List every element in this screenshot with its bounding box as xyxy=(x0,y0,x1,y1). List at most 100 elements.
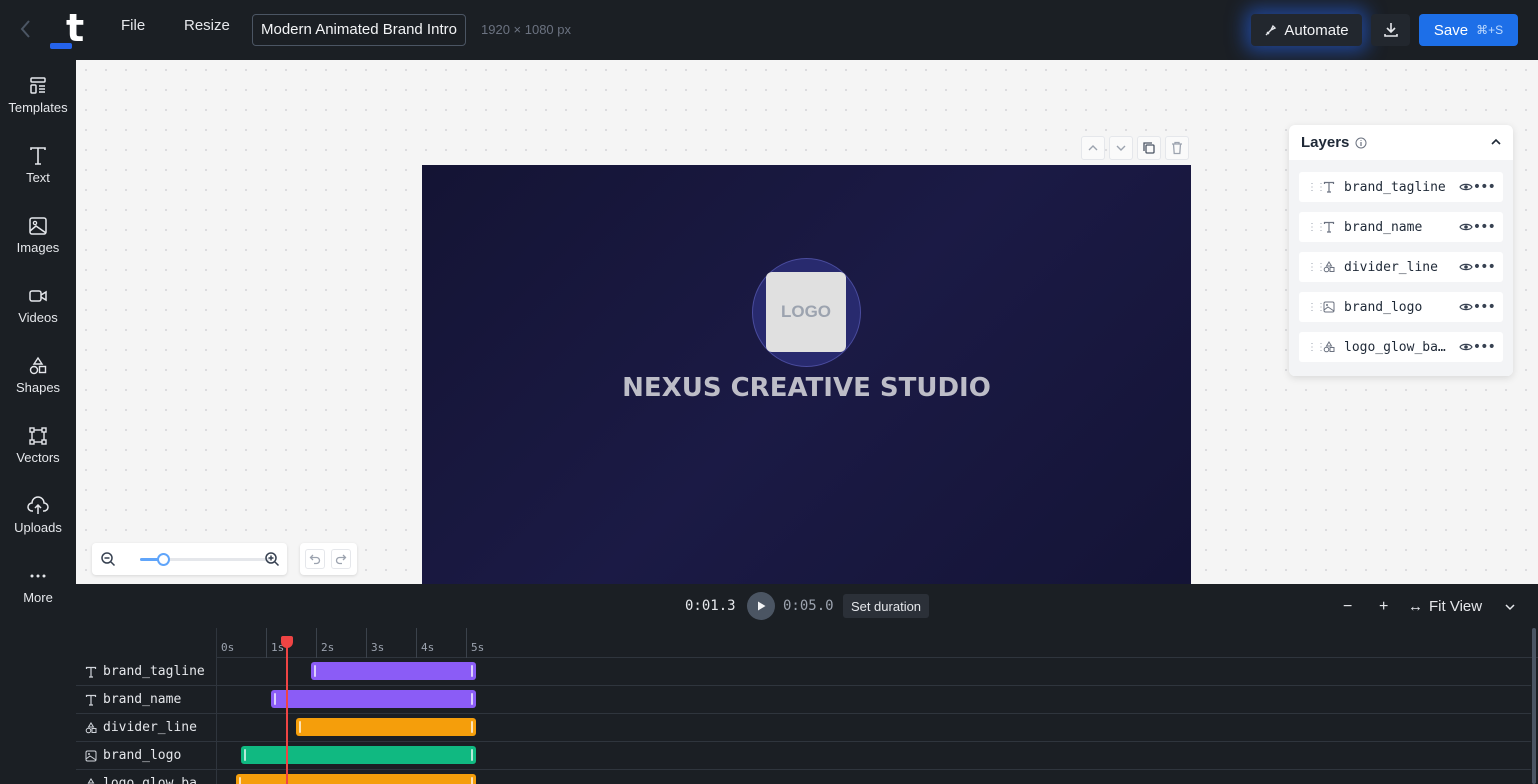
track-name: logo_glow_ba xyxy=(103,776,197,784)
artboard[interactable]: LOGO NEXUS CREATIVE STUDIO xyxy=(422,165,1191,584)
layer-item[interactable]: ⋮⋮ brand_tagline ••• xyxy=(1299,172,1503,202)
more-options-icon[interactable]: ••• xyxy=(1473,259,1496,275)
sidebar-label-more: More xyxy=(23,590,53,605)
sidebar-label-images: Images xyxy=(16,240,60,255)
sidebar-label-videos: Videos xyxy=(18,310,58,325)
zoom-in-icon[interactable] xyxy=(264,551,280,567)
brand-logo-placeholder[interactable]: LOGO xyxy=(766,272,846,352)
sidebar-label-templates: Templates xyxy=(8,100,68,115)
move-down-icon[interactable] xyxy=(1109,136,1133,160)
drag-handle-icon[interactable]: ⋮⋮ xyxy=(1307,302,1326,313)
sidebar-item-more[interactable]: More xyxy=(0,566,76,626)
clip-start-handle[interactable] xyxy=(244,749,246,761)
delete-icon[interactable] xyxy=(1165,136,1189,160)
visibility-eye-icon[interactable] xyxy=(1459,260,1473,274)
visibility-eye-icon[interactable] xyxy=(1459,340,1473,354)
layer-item[interactable]: ⋮⋮ logo_glow_ba… ••• xyxy=(1299,332,1503,362)
save-button[interactable]: Save ⌘+S xyxy=(1419,14,1518,46)
move-up-icon[interactable] xyxy=(1081,136,1105,160)
zoom-slider[interactable] xyxy=(140,553,270,566)
more-options-icon[interactable]: ••• xyxy=(1473,339,1496,355)
video-icon xyxy=(29,290,47,302)
clip-end-handle[interactable] xyxy=(471,693,473,705)
playhead-handle[interactable] xyxy=(281,636,293,648)
track-row xyxy=(216,770,1531,784)
download-button[interactable] xyxy=(1371,14,1410,46)
zoom-out-icon[interactable] xyxy=(100,551,116,567)
project-title-input[interactable]: Modern Animated Brand Intro xyxy=(252,14,466,46)
back-chevron-icon[interactable] xyxy=(18,18,38,42)
track-label[interactable]: brand_logo xyxy=(76,742,216,770)
clip-start-handle[interactable] xyxy=(314,665,316,677)
timeline-clip[interactable] xyxy=(241,746,476,764)
playhead[interactable] xyxy=(286,636,288,784)
clip-end-handle[interactable] xyxy=(471,665,473,677)
track-label[interactable]: brand_tagline xyxy=(76,658,216,686)
zoom-control xyxy=(92,543,287,575)
sidebar-item-text[interactable]: Text xyxy=(0,146,76,206)
layer-item[interactable]: ⋮⋮ divider_line ••• xyxy=(1299,252,1503,282)
sidebar-item-uploads[interactable]: Uploads xyxy=(0,496,76,556)
clip-start-handle[interactable] xyxy=(299,721,301,733)
shapes-icon xyxy=(1323,341,1337,353)
clip-start-handle[interactable] xyxy=(239,777,241,784)
visibility-eye-icon[interactable] xyxy=(1459,180,1473,194)
automate-button[interactable]: Automate xyxy=(1251,14,1362,46)
clip-start-handle[interactable] xyxy=(274,693,276,705)
timeline-clip[interactable] xyxy=(311,662,476,680)
time-ruler[interactable]: 0s 1s 2s 3s 4s 5s xyxy=(216,628,1538,658)
redo-icon[interactable] xyxy=(331,549,351,569)
timeline-zoom-in-icon[interactable]: + xyxy=(1379,598,1388,616)
more-options-icon[interactable]: ••• xyxy=(1473,179,1496,195)
more-options-icon[interactable]: ••• xyxy=(1473,299,1496,315)
play-button[interactable] xyxy=(747,592,775,620)
drag-handle-icon[interactable]: ⋮⋮ xyxy=(1307,182,1326,193)
layer-item[interactable]: ⋮⋮ brand_logo ••• xyxy=(1299,292,1503,322)
timeline-clip[interactable] xyxy=(271,690,476,708)
visibility-eye-icon[interactable] xyxy=(1459,220,1473,234)
resize-menu-button[interactable]: Resize xyxy=(184,17,230,34)
track-label[interactable]: divider_line xyxy=(76,714,216,742)
drag-handle-icon[interactable]: ⋮⋮ xyxy=(1307,222,1326,233)
layers-header: Layers xyxy=(1301,134,1367,151)
undo-icon[interactable] xyxy=(305,549,325,569)
app-logo[interactable]: t xyxy=(48,8,92,50)
more-icon xyxy=(30,574,46,578)
timeline-scrollbar[interactable] xyxy=(1532,628,1536,784)
text-icon xyxy=(76,666,103,678)
sidebar-item-templates[interactable]: Templates xyxy=(0,76,76,136)
visibility-eye-icon[interactable] xyxy=(1459,300,1473,314)
clip-end-handle[interactable] xyxy=(471,777,473,784)
fit-view-button[interactable]: ↔ Fit View xyxy=(1408,598,1482,615)
sidebar-label-uploads: Uploads xyxy=(14,520,62,535)
sidebar-item-vectors[interactable]: Vectors xyxy=(0,426,76,486)
sidebar-item-images[interactable]: Images xyxy=(0,216,76,276)
ruler-tick: 3s xyxy=(366,628,384,658)
chevron-down-icon[interactable] xyxy=(1504,602,1516,612)
sidebar-item-shapes[interactable]: Shapes xyxy=(0,356,76,416)
ruler-tick: 2s xyxy=(316,628,334,658)
track-label[interactable]: logo_glow_ba xyxy=(76,770,216,784)
duplicate-icon[interactable] xyxy=(1137,136,1161,160)
more-options-icon[interactable]: ••• xyxy=(1473,219,1496,235)
layer-item[interactable]: ⋮⋮ brand_name ••• xyxy=(1299,212,1503,242)
info-icon[interactable] xyxy=(1355,137,1367,149)
timeline-zoom-out-icon[interactable]: − xyxy=(1343,598,1352,616)
set-duration-button[interactable]: Set duration xyxy=(843,594,929,618)
sidebar-label-vectors: Vectors xyxy=(16,450,60,465)
timeline-clip[interactable] xyxy=(296,718,476,736)
track-row xyxy=(216,686,1531,714)
zoom-slider-handle[interactable] xyxy=(157,553,171,566)
sidebar-item-videos[interactable]: Videos xyxy=(0,286,76,346)
layers-list: ⋮⋮ brand_tagline ••• ⋮⋮ brand_name ••• ⋮… xyxy=(1289,160,1513,376)
file-menu-button[interactable]: File xyxy=(121,17,145,34)
timeline-clip[interactable] xyxy=(236,774,476,784)
track-label[interactable]: brand_name xyxy=(76,686,216,714)
drag-handle-icon[interactable]: ⋮⋮ xyxy=(1307,262,1326,273)
drag-handle-icon[interactable]: ⋮⋮ xyxy=(1307,342,1326,353)
clip-end-handle[interactable] xyxy=(471,721,473,733)
brand-name-text[interactable]: NEXUS CREATIVE STUDIO xyxy=(422,373,1191,403)
text-icon xyxy=(30,147,46,165)
clip-end-handle[interactable] xyxy=(471,749,473,761)
collapse-chevron-icon[interactable] xyxy=(1489,135,1503,149)
